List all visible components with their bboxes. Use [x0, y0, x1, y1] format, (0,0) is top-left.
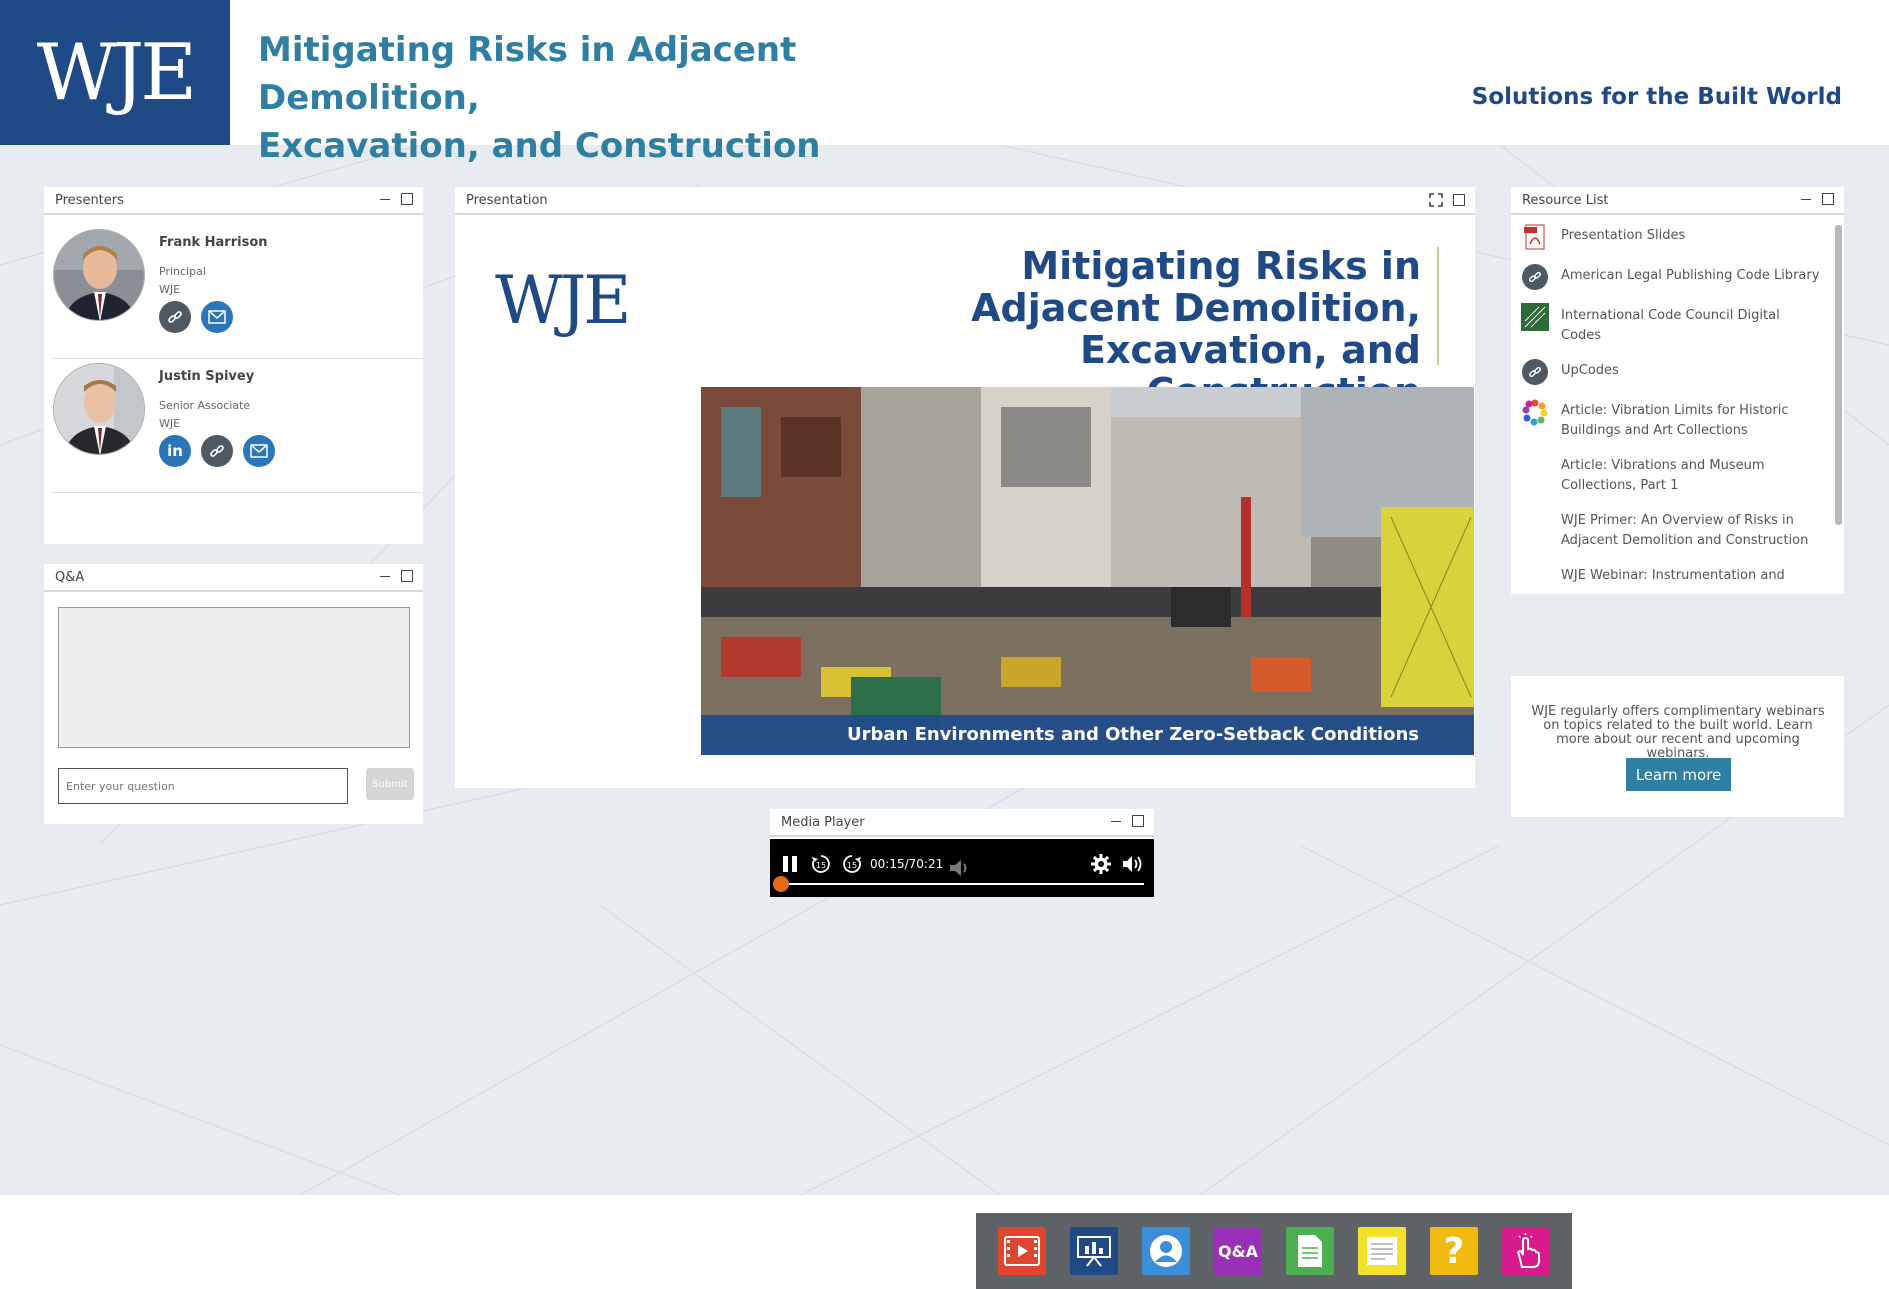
- resource-item[interactable]: Presentation Slides: [1511, 217, 1831, 257]
- footer: [0, 1195, 1889, 1289]
- slide: WJE Mitigating Risks in Adjacent Demolit…: [455, 217, 1475, 788]
- qa-panel: Q&A Submit: [44, 564, 423, 824]
- widget-dock: Q&A ?: [976, 1213, 1572, 1289]
- settings-gear-icon[interactable]: [1090, 853, 1112, 875]
- pause-icon[interactable]: [782, 855, 798, 873]
- link-icon: [1521, 358, 1549, 386]
- linkedin-icon[interactable]: in: [159, 435, 191, 467]
- resource-item[interactable]: Article: Vibration Limits for Historic B…: [1511, 392, 1831, 447]
- presenter-name: Justin Spivey: [159, 369, 255, 384]
- presenter-card: Frank Harrison Principal WJE: [53, 229, 423, 359]
- slide-caption: Urban Environments and Other Zero-Setbac…: [701, 715, 1474, 755]
- engagement-dock-button[interactable]: [1502, 1227, 1550, 1275]
- presenters-panel: Presenters Frank Harrison Principal WJE: [44, 187, 423, 544]
- qa-dock-button[interactable]: Q&A: [1214, 1227, 1262, 1275]
- qa-messages-area: [58, 607, 410, 748]
- panel-title: Presentation: [466, 192, 548, 208]
- maximize-button[interactable]: [1132, 815, 1144, 827]
- presenter-card: Justin Spivey Senior Associate WJE in: [53, 363, 423, 493]
- resource-item[interactable]: Article: Vibrations and Museum Collectio…: [1511, 447, 1831, 502]
- resource-item[interactable]: International Code Council Digital Codes: [1511, 297, 1831, 352]
- flower-icon: [1521, 398, 1549, 426]
- icc-logo-icon: [1521, 303, 1549, 331]
- presenters-dock-button[interactable]: [1142, 1227, 1190, 1275]
- link-icon[interactable]: [201, 435, 233, 467]
- email-icon[interactable]: [243, 435, 275, 467]
- presenters-panel-header: Presenters: [44, 187, 423, 215]
- presentation-panel-header: Presentation: [455, 187, 1475, 215]
- player-controls: 15 15 00:15/70:21: [770, 839, 1154, 897]
- page-title-line2: Excavation, and Construction: [258, 126, 821, 166]
- webinar-promo: WJE regularly offers complimentary webin…: [1511, 676, 1844, 817]
- promo-text: WJE regularly offers complimentary webin…: [1531, 704, 1825, 761]
- fullscreen-icon[interactable]: [1429, 193, 1443, 207]
- maximize-button[interactable]: [1822, 193, 1834, 205]
- presentation-dock-button[interactable]: [1070, 1227, 1118, 1275]
- rewind-15-icon[interactable]: 15: [810, 853, 832, 875]
- minimize-button[interactable]: [379, 193, 391, 205]
- time-display: 00:15/70:21: [870, 857, 944, 871]
- maximize-button[interactable]: [1453, 194, 1465, 206]
- avatar: [53, 363, 145, 455]
- panel-title: Q&A: [55, 569, 85, 585]
- resource-item[interactable]: WJE Webinar: Instrumentation and Monitor…: [1511, 557, 1831, 583]
- site-header: WJE Mitigating Risks in Adjacent Demolit…: [0, 0, 1889, 166]
- minimize-button[interactable]: [1800, 193, 1812, 205]
- presenter-title: Senior Associate: [159, 399, 251, 412]
- construction-site-photo: Urban Environments and Other Zero-Setbac…: [701, 387, 1474, 755]
- slide-divider: [1437, 247, 1439, 365]
- page-title-line1: Mitigating Risks in Adjacent Demolition,: [258, 30, 797, 118]
- resource-item[interactable]: UpCodes: [1511, 352, 1831, 392]
- scrollbar[interactable]: [1835, 225, 1842, 525]
- minimize-button[interactable]: [379, 570, 391, 582]
- volume-icon[interactable]: [1122, 854, 1144, 874]
- resource-item[interactable]: WJE Primer: An Overview of Risks in Adja…: [1511, 502, 1831, 557]
- media-player-panel: Media Player 15 15 00:15/70:21: [770, 809, 1154, 897]
- tagline: Solutions for the Built World: [1471, 84, 1842, 110]
- resource-item[interactable]: American Legal Publishing Code Library: [1511, 257, 1831, 297]
- presentation-panel: Presentation WJE Mitigating Risks in Adj…: [455, 187, 1475, 788]
- pdf-icon: [1521, 223, 1549, 251]
- panel-title: Media Player: [781, 814, 865, 830]
- presenter-title: Principal: [159, 265, 206, 278]
- submit-button[interactable]: Submit: [366, 768, 414, 800]
- page-title: Mitigating Risks in Adjacent Demolition,…: [258, 26, 1018, 170]
- progress-track[interactable]: [780, 883, 1144, 885]
- resource-list: Presentation Slides American Legal Publi…: [1511, 217, 1831, 583]
- avatar: [53, 229, 145, 321]
- svg-text:15: 15: [816, 861, 826, 870]
- link-icon[interactable]: [159, 301, 191, 333]
- wje-logo: WJE: [0, 0, 230, 145]
- presenter-org: WJE: [159, 283, 181, 296]
- presenter-name: Frank Harrison: [159, 235, 268, 250]
- panel-title: Resource List: [1522, 192, 1609, 208]
- progress-handle[interactable]: [773, 876, 790, 892]
- notes-dock-button[interactable]: [1358, 1227, 1406, 1275]
- media-player-header: Media Player: [770, 809, 1154, 837]
- panel-title: Presenters: [55, 192, 124, 208]
- logo-text: WJE: [36, 27, 197, 118]
- minimize-button[interactable]: [1110, 815, 1122, 827]
- maximize-button[interactable]: [401, 193, 413, 205]
- slide-logo: WJE: [495, 262, 631, 339]
- forward-15-icon[interactable]: 15: [841, 853, 863, 875]
- presenter-org: WJE: [159, 417, 181, 430]
- question-input[interactable]: [58, 768, 348, 804]
- resource-panel-header: Resource List: [1511, 187, 1844, 215]
- email-icon[interactable]: [201, 301, 233, 333]
- maximize-button[interactable]: [401, 570, 413, 582]
- media-player-dock-button[interactable]: [998, 1227, 1046, 1275]
- learn-more-button[interactable]: Learn more: [1626, 758, 1731, 791]
- audio-level-icon: [948, 857, 974, 879]
- help-dock-button[interactable]: ?: [1430, 1227, 1478, 1275]
- link-icon: [1521, 263, 1549, 291]
- resource-list-panel: Resource List Presentation Slides Americ…: [1511, 187, 1844, 594]
- svg-text:15: 15: [847, 861, 857, 870]
- qa-panel-header: Q&A: [44, 564, 423, 592]
- resources-dock-button[interactable]: [1286, 1227, 1334, 1275]
